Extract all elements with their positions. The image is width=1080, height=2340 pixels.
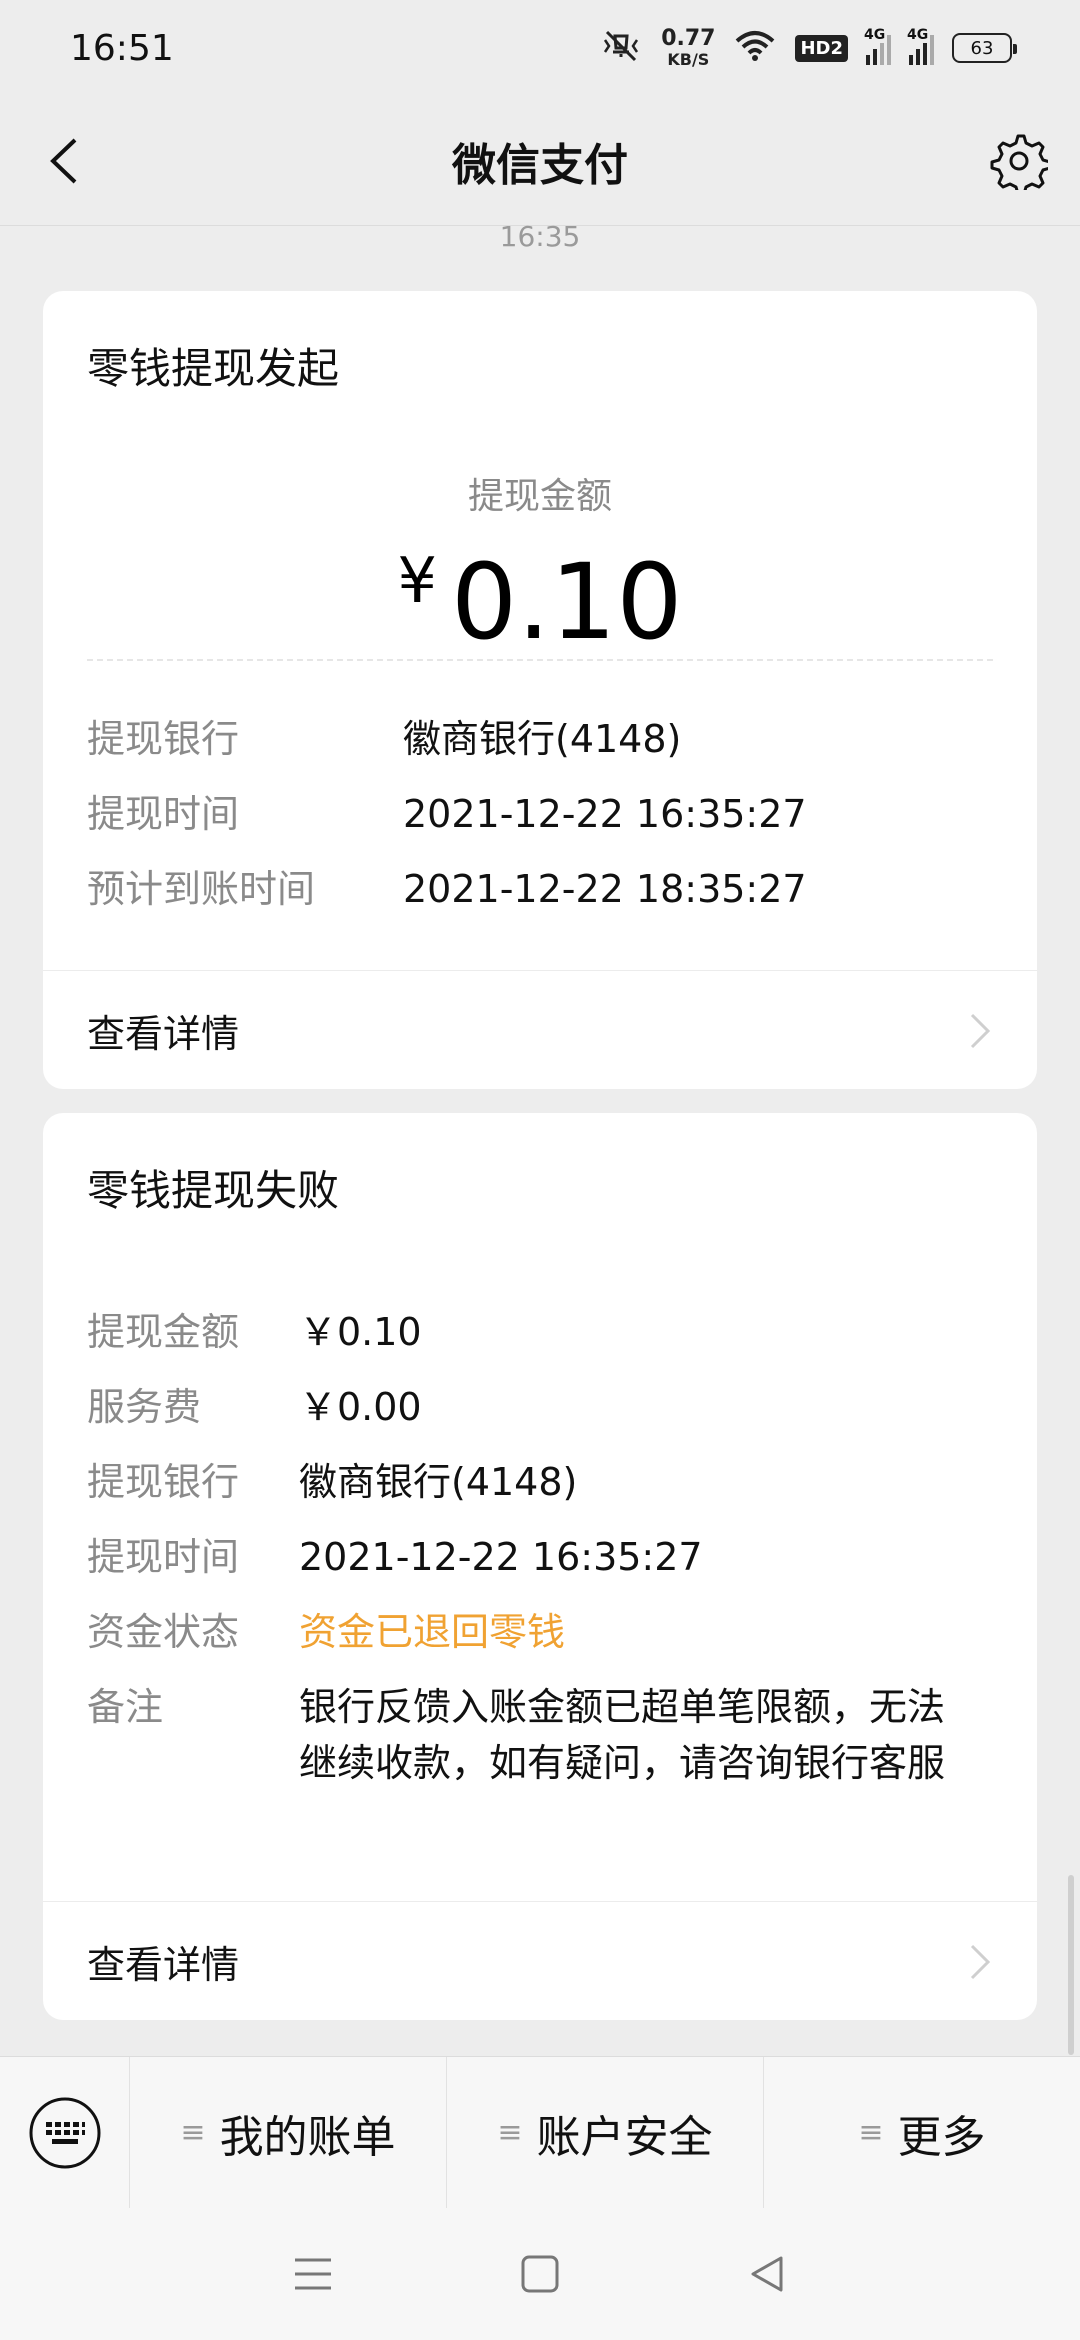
info-key: 提现时间 <box>87 1535 240 1579</box>
amount-number: 0.10 <box>450 541 683 663</box>
gear-icon <box>990 134 1048 190</box>
info-value: ￥0.10 <box>299 1310 422 1354</box>
card-title: 零钱提现发起 <box>87 344 340 393</box>
view-details-link[interactable]: 查看详情 <box>43 1902 1037 2020</box>
scrollbar[interactable] <box>1068 1875 1074 2055</box>
menu-list-icon: ≡ <box>180 2115 206 2150</box>
menu-item-label: 账户安全 <box>536 2111 713 2163</box>
status-bar: 16:51 0.77 KB/S HD2 4G 4G 63 <box>0 0 1080 96</box>
home-button[interactable] <box>510 2244 570 2304</box>
amount-value: ¥0.10 <box>43 541 1037 663</box>
system-back-button[interactable] <box>737 2244 797 2304</box>
info-key: 服务费 <box>87 1385 202 1429</box>
menu-icon <box>295 2258 332 2290</box>
info-row: 资金状态 资金已退回零钱 <box>87 1604 993 1660</box>
back-triangle-icon <box>751 2256 783 2292</box>
network-speed-unit: KB/S <box>667 50 710 69</box>
info-key: 提现银行 <box>87 1460 240 1504</box>
message-timestamp: 16:35 <box>499 220 581 253</box>
withdrawal-failed-card: 零钱提现失败 提现金额 ￥0.10 服务费 ￥0.00 提现银行 徽商银行(41… <box>43 1113 1037 2020</box>
back-arrow-icon <box>50 138 77 184</box>
info-key: 预计到账时间 <box>87 867 316 911</box>
menu-my-bills[interactable]: ≡ 我的账单 <box>130 2057 447 2208</box>
menu-account-security[interactable]: ≡ 账户安全 <box>447 2057 764 2208</box>
network-speed-value: 0.77 <box>661 26 716 51</box>
status-time: 16:51 <box>70 27 174 69</box>
info-row: 提现金额 ￥0.10 <box>87 1304 993 1360</box>
keyboard-toggle-button[interactable] <box>0 2056 130 2209</box>
hd-voice-badge: HD2 <box>795 34 848 62</box>
chevron-right-icon <box>970 1944 991 1980</box>
info-row: 预计到账时间 2021-12-22 18:35:27 <box>87 861 993 917</box>
menu-item-label: 更多 <box>897 2111 986 2163</box>
info-row: 提现时间 2021-12-22 16:35:27 <box>87 1529 993 1585</box>
dashed-divider <box>87 659 993 661</box>
card-title: 零钱提现失败 <box>87 1166 340 1215</box>
battery-icon: 63 <box>952 33 1017 63</box>
nav-bar: 微信支付 <box>0 96 1080 226</box>
info-value: 2021-12-22 18:35:27 <box>403 867 807 911</box>
home-square-icon <box>521 2255 559 2293</box>
info-value: ￥0.00 <box>299 1385 422 1429</box>
info-row: 服务费 ￥0.00 <box>87 1379 993 1435</box>
info-value: 徽商银行(4148) <box>403 717 682 761</box>
info-key: 提现金额 <box>87 1310 240 1354</box>
wifi-icon <box>733 29 777 67</box>
info-key: 提现时间 <box>87 792 240 836</box>
settings-button[interactable] <box>984 126 1054 196</box>
app-root: 16:51 0.77 KB/S HD2 4G 4G 63 微信支付 16:35 … <box>0 0 1080 2340</box>
page-title: 微信支付 <box>452 139 628 191</box>
fund-status-value: 资金已退回零钱 <box>299 1610 566 1654</box>
info-key: 资金状态 <box>87 1610 240 1654</box>
currency-symbol: ¥ <box>397 544 437 617</box>
back-button[interactable] <box>30 126 100 196</box>
menu-list-icon: ≡ <box>497 2115 523 2150</box>
status-icons: 0.77 KB/S HD2 4G 4G 63 <box>599 27 1017 68</box>
network-speed: 0.77 KB/S <box>661 28 715 68</box>
info-key: 备注 <box>87 1685 164 1729</box>
info-row: 备注 银行反馈入账金额已超单笔限额，无法继续收款，如有疑问，请咨询银行客服 <box>87 1679 993 1791</box>
info-row: 提现时间 2021-12-22 16:35:27 <box>87 786 993 842</box>
info-key: 提现银行 <box>87 717 240 761</box>
menu-list-icon: ≡ <box>858 2115 884 2150</box>
view-details-label: 查看详情 <box>87 1942 240 1987</box>
view-details-link[interactable]: 查看详情 <box>43 971 1037 1089</box>
keyboard-icon <box>29 2097 100 2168</box>
signal-2-icon: 4G <box>907 27 934 65</box>
withdrawal-initiated-card: 零钱提现发起 提现金额 ¥0.10 提现银行 徽商银行(4148) 提现时间 2… <box>43 291 1037 1089</box>
info-row: 提现银行 徽商银行(4148) <box>87 711 993 767</box>
info-row: 提现银行 徽商银行(4148) <box>87 1454 993 1510</box>
amount-label: 提现金额 <box>467 476 612 517</box>
bottom-menu-bar: ≡ 我的账单 ≡ 账户安全 ≡ 更多 <box>0 2056 1080 2209</box>
recent-apps-button[interactable] <box>283 2244 343 2304</box>
chevron-right-icon <box>970 1013 991 1049</box>
info-value: 2021-12-22 16:35:27 <box>299 1535 703 1579</box>
info-value: 徽商银行(4148) <box>299 1460 578 1504</box>
system-nav-bar <box>0 2208 1080 2340</box>
view-details-label: 查看详情 <box>87 1011 240 1056</box>
battery-level: 63 <box>970 37 994 59</box>
remark-value: 银行反馈入账金额已超单笔限额，无法继续收款，如有疑问，请咨询银行客服 <box>299 1685 946 1785</box>
mute-vibrate-icon <box>599 28 643 68</box>
info-value: 2021-12-22 16:35:27 <box>403 792 807 836</box>
menu-more[interactable]: ≡ 更多 <box>764 2057 1080 2208</box>
signal-1-label: 4G <box>864 27 886 43</box>
signal-2-label: 4G <box>907 27 929 43</box>
signal-1-icon: 4G <box>864 27 891 65</box>
menu-item-label: 我的账单 <box>219 2111 396 2163</box>
